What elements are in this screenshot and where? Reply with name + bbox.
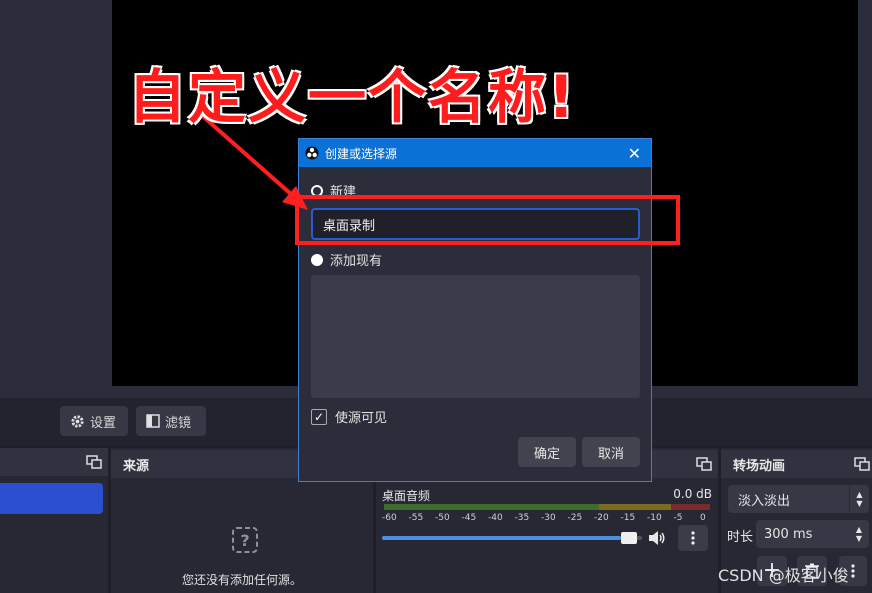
meter-tick-label: -55 bbox=[408, 513, 424, 523]
more-vertical-icon bbox=[691, 531, 695, 545]
mixer-track-name: 桌面音频 bbox=[382, 489, 431, 503]
left-gutter bbox=[0, 0, 112, 398]
dock-float-icon[interactable] bbox=[854, 457, 870, 471]
filters-button[interactable]: 滤镜 bbox=[136, 406, 206, 436]
question-icon: ? bbox=[232, 527, 258, 553]
sources-title: 来源 bbox=[123, 458, 150, 474]
mixer-menu-button[interactable] bbox=[678, 525, 708, 551]
right-gutter bbox=[858, 0, 872, 398]
dialog-title: 创建或选择源 bbox=[325, 146, 398, 161]
meter-tick-label: -20 bbox=[594, 513, 609, 523]
meter-ticks: -60 -55 -50 -45 -40 -35 -30 -25 -20 -15 -10 -5 0 bbox=[382, 513, 712, 525]
close-icon[interactable]: ✕ bbox=[628, 144, 641, 163]
level-meter bbox=[384, 504, 710, 510]
ok-button[interactable]: 确定 bbox=[518, 437, 576, 467]
volume-handle[interactable] bbox=[621, 532, 638, 544]
meter-tick-label: -5 bbox=[673, 513, 683, 523]
visible-checkbox-row[interactable]: ✓ 使源可见 bbox=[311, 407, 387, 426]
meter-tick-label: -50 bbox=[435, 513, 450, 523]
cancel-button[interactable]: 取消 bbox=[582, 437, 640, 467]
meter-tick-label: -15 bbox=[620, 513, 636, 523]
transitions-dock-header: 转场动画 bbox=[721, 450, 872, 478]
obs-window: 设置 滤镜 来源 ? 您还没有添加任何源。 桌面音频 0.0 dB -60 -55… bbox=[0, 0, 872, 593]
transition-selected-value: 淡入淡出 bbox=[738, 493, 791, 509]
meter-tick-label: -40 bbox=[488, 513, 503, 523]
speaker-icon[interactable] bbox=[648, 530, 666, 546]
gear-icon bbox=[71, 414, 84, 428]
transition-select[interactable]: 淡入淡出 ▲ ▼ bbox=[728, 485, 869, 513]
meter-tick-label: 0 bbox=[700, 513, 706, 523]
existing-source-radio[interactable]: 添加现有 bbox=[311, 250, 382, 269]
settings-label: 设置 bbox=[90, 415, 117, 431]
volume-slider[interactable] bbox=[382, 532, 642, 544]
dock-float-icon[interactable] bbox=[86, 455, 102, 469]
filters-label: 滤镜 bbox=[165, 415, 192, 431]
volume-fill bbox=[382, 536, 622, 540]
visible-label: 使源可见 bbox=[335, 411, 388, 426]
duration-spinbox[interactable]: 300 ms ▲ ▼ bbox=[756, 520, 869, 548]
spin-arrows-icon[interactable]: ▲ ▼ bbox=[849, 520, 869, 548]
meter-tick-label: -35 bbox=[514, 513, 530, 523]
more-vertical-icon bbox=[851, 564, 855, 578]
meter-tick-label: -30 bbox=[541, 513, 556, 523]
transitions-title: 转场动画 bbox=[733, 458, 786, 474]
annotation-text: 自定义一个名称! bbox=[128, 63, 577, 131]
dock-float-icon[interactable] bbox=[696, 457, 712, 471]
meter-tick-label: -10 bbox=[647, 513, 662, 523]
scene-item-selected[interactable] bbox=[0, 483, 103, 514]
obs-logo-icon bbox=[305, 146, 319, 160]
checkbox-checked[interactable]: ✓ bbox=[311, 408, 327, 425]
dialog-titlebar: 创建或选择源 bbox=[299, 139, 651, 167]
settings-button[interactable]: 设置 bbox=[60, 406, 128, 436]
create-select-source-dialog: 创建或选择源 ✕ 新建 添加现有 ✓ 使源可见 确定 取消 bbox=[298, 138, 652, 482]
sources-empty-text: 您还没有添加任何源。 bbox=[181, 573, 302, 587]
duration-label: 时长 bbox=[727, 530, 754, 545]
scenes-dock bbox=[0, 448, 108, 593]
meter-tick-label: -25 bbox=[567, 513, 583, 523]
duration-value: 300 ms bbox=[764, 526, 813, 542]
meter-tick-label: -45 bbox=[461, 513, 477, 523]
existing-source-label: 添加现有 bbox=[330, 254, 383, 269]
svg-text:?: ? bbox=[240, 531, 249, 550]
select-arrows-icon: ▲ ▼ bbox=[849, 485, 869, 513]
watermark: CSDN @极客小俊 bbox=[718, 566, 849, 585]
existing-sources-list[interactable] bbox=[311, 275, 640, 398]
mixer-level-readout: 0.0 dB bbox=[673, 487, 712, 501]
annotation-highlight-box bbox=[295, 195, 680, 245]
radio-unselected bbox=[311, 253, 323, 266]
filter-icon bbox=[146, 414, 160, 428]
meter-tick-label: -60 bbox=[382, 513, 397, 523]
